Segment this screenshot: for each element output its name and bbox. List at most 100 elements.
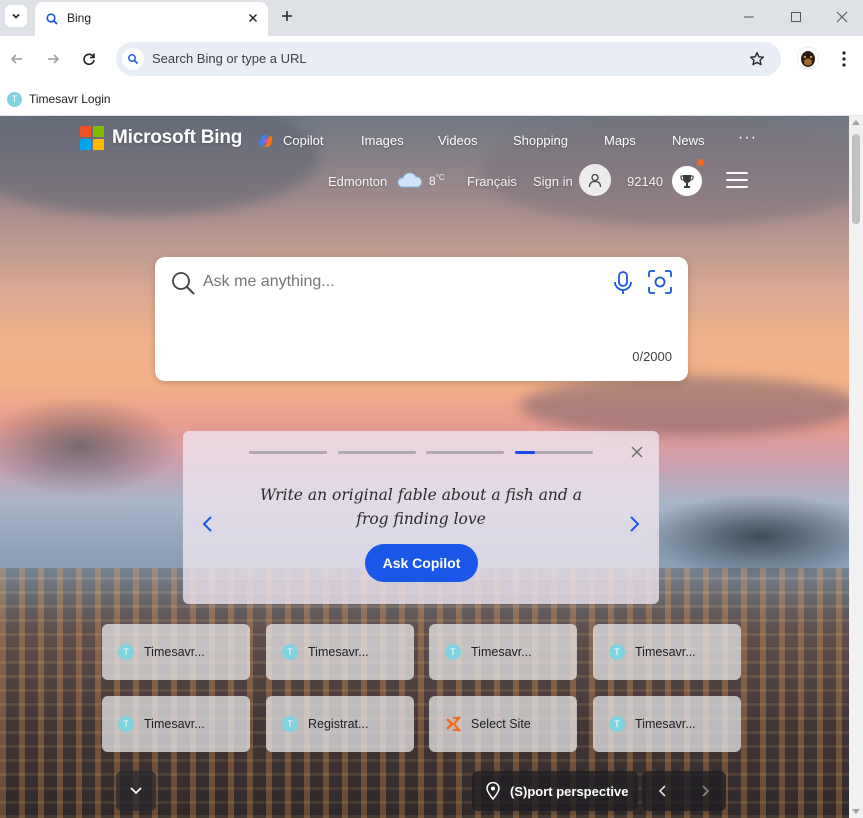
copilot-prompt: Write an original fable about a fish and…: [259, 486, 583, 528]
nav-maps[interactable]: Maps: [604, 133, 636, 148]
scroll-down-button[interactable]: [116, 771, 156, 811]
weather-temperature[interactable]: 8°C: [429, 173, 445, 188]
nav-shopping[interactable]: Shopping: [513, 133, 568, 148]
chevron-right-icon[interactable]: [627, 514, 641, 534]
more-menu-button[interactable]: ···: [738, 129, 757, 147]
character-count: 0/2000: [632, 349, 672, 364]
hamburger-line: [726, 179, 748, 181]
location-pin-icon: [486, 782, 500, 800]
select-site-icon: [446, 716, 461, 732]
timesavr-favicon-icon: T: [7, 91, 22, 107]
reload-button[interactable]: [78, 48, 100, 70]
tab-strip: Bing: [0, 0, 863, 36]
bing-logo[interactable]: Microsoft Bing: [80, 126, 242, 150]
back-button[interactable]: [6, 48, 28, 70]
microphone-icon[interactable]: [612, 270, 634, 296]
forward-button[interactable]: [42, 48, 64, 70]
close-window-button[interactable]: [831, 6, 853, 28]
carousel-progress-fill: [515, 451, 535, 454]
timesavr-favicon-icon: T: [282, 644, 298, 660]
signin-link[interactable]: Sign in: [533, 174, 573, 189]
rewards-button[interactable]: [672, 166, 702, 196]
bookmark-star-button[interactable]: [747, 49, 767, 69]
quick-link-label: Registrat...: [308, 717, 369, 731]
star-icon: [749, 51, 765, 66]
bookmark-timesavr-login[interactable]: T Timesavr Login: [7, 89, 111, 109]
dog-avatar-icon: [797, 47, 819, 69]
ask-copilot-button[interactable]: Ask Copilot: [365, 544, 478, 582]
address-placeholder: Search Bing or type a URL: [152, 51, 307, 66]
next-image-button[interactable]: [684, 771, 726, 811]
browser-toolbar: Search Bing or type a URL: [0, 36, 863, 82]
quick-link-tile[interactable]: T Registrat...: [266, 696, 414, 752]
timesavr-favicon-icon: T: [282, 716, 298, 732]
visual-search-icon[interactable]: [647, 269, 673, 295]
profile-avatar[interactable]: [797, 47, 819, 69]
previous-image-button[interactable]: [642, 771, 684, 811]
bookmark-label: Timesavr Login: [29, 92, 111, 106]
quick-link-tile[interactable]: T Timesavr...: [593, 624, 741, 680]
quick-link-tile[interactable]: Select Site: [429, 696, 577, 752]
temperature-unit: °C: [435, 173, 445, 182]
hamburger-line: [726, 186, 748, 188]
timesavr-favicon-icon: T: [118, 716, 134, 732]
maximize-icon: [791, 12, 801, 22]
page-scrollbar[interactable]: [849, 116, 863, 818]
tab-search-button[interactable]: [5, 5, 27, 27]
tab-bing[interactable]: Bing: [35, 2, 268, 36]
search-box: 0/2000: [155, 257, 688, 381]
quick-link-tile[interactable]: T Timesavr...: [102, 696, 250, 752]
more-vertical-icon: [842, 51, 846, 67]
minimize-button[interactable]: [738, 6, 760, 28]
close-icon[interactable]: [630, 445, 644, 459]
address-bar[interactable]: Search Bing or type a URL: [116, 42, 781, 76]
rewards-points[interactable]: 92140: [627, 174, 663, 189]
scroll-up-arrow[interactable]: [852, 120, 860, 125]
quick-link-tile[interactable]: T Timesavr...: [429, 624, 577, 680]
quick-link-label: Timesavr...: [471, 645, 532, 659]
search-icon: [46, 13, 58, 25]
timesavr-favicon-icon: T: [445, 644, 461, 660]
carousel-step-indicator: [249, 451, 327, 454]
quick-link-tile[interactable]: T Timesavr...: [266, 624, 414, 680]
nav-images[interactable]: Images: [361, 133, 404, 148]
weather-location[interactable]: Edmonton: [328, 174, 387, 189]
new-tab-button[interactable]: [278, 7, 296, 25]
browser-menu-button[interactable]: [834, 48, 854, 70]
carousel-step-indicator: [426, 451, 504, 454]
close-tab-button[interactable]: [244, 9, 262, 27]
scroll-down-arrow[interactable]: [852, 809, 860, 814]
brand-name: Microsoft Bing: [112, 127, 243, 148]
reload-icon: [83, 53, 95, 66]
timesavr-favicon-icon: T: [609, 644, 625, 660]
quick-link-label: Timesavr...: [144, 717, 205, 731]
search-input[interactable]: [203, 273, 603, 291]
search-icon: [122, 48, 144, 70]
chevron-left-icon[interactable]: [201, 514, 215, 534]
timesavr-favicon-icon: T: [609, 716, 625, 732]
quick-link-label: Select Site: [471, 717, 531, 731]
scrollbar-thumb[interactable]: [852, 134, 860, 224]
nav-copilot[interactable]: Copilot: [283, 133, 323, 148]
copilot-suggestion-card: Write an original fable about a fish and…: [183, 431, 659, 604]
arrow-left-icon: [10, 54, 22, 64]
nav-videos[interactable]: Videos: [438, 133, 478, 148]
settings-menu-button[interactable]: [726, 172, 748, 188]
chevron-down-icon: [130, 787, 142, 795]
signin-avatar[interactable]: [579, 164, 611, 196]
bookmarks-bar: T Timesavr Login: [0, 82, 863, 116]
arrow-right-icon: [48, 54, 60, 64]
nav-news[interactable]: News: [672, 133, 705, 148]
image-caption-button[interactable]: (S)port perspective: [472, 771, 638, 811]
image-navigation: [642, 771, 726, 811]
maximize-button[interactable]: [785, 6, 807, 28]
background-cloud: [520, 376, 849, 436]
chevron-left-icon: [658, 785, 666, 797]
quick-link-tile[interactable]: T Timesavr...: [102, 624, 250, 680]
plus-icon: [282, 11, 292, 21]
quick-link-tile[interactable]: T Timesavr...: [593, 696, 741, 752]
language-link[interactable]: Français: [467, 174, 517, 189]
chevron-right-icon: [702, 785, 710, 797]
image-caption: (S)port perspective: [510, 783, 629, 799]
cloud-icon: [397, 172, 423, 188]
